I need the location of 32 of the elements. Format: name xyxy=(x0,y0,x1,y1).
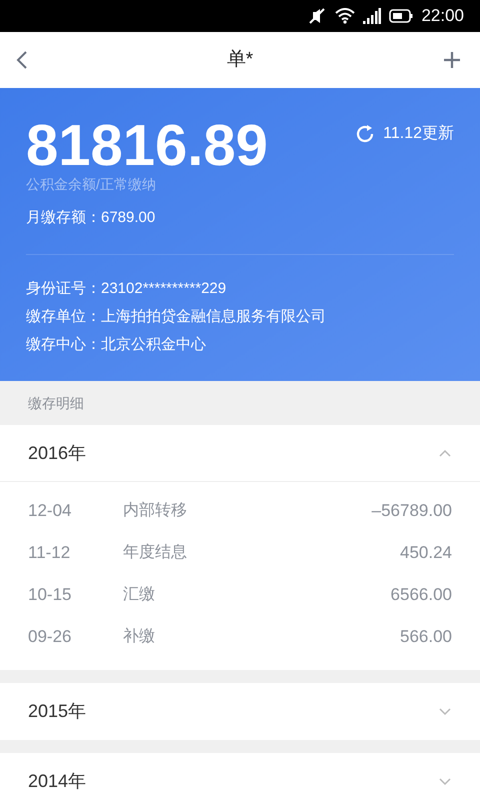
signal-icon xyxy=(363,8,382,24)
section-title: 缴存明细 xyxy=(28,394,84,412)
mute-icon xyxy=(307,8,328,24)
record-amount: 566.00 xyxy=(400,626,452,648)
wifi-icon xyxy=(335,8,356,24)
back-icon xyxy=(16,50,28,70)
plus-icon xyxy=(443,51,461,69)
record-date: 10-15 xyxy=(28,584,72,606)
refresh-button[interactable]: 11.12更新 xyxy=(355,122,454,146)
record-amount: –56789.00 xyxy=(372,500,452,522)
record-amount: 450.24 xyxy=(400,542,452,564)
info-line: 缴存单位：上海拍拍贷金融信息服务有限公司 xyxy=(26,306,327,326)
monthly-deposit: 月缴存额：6789.00 xyxy=(26,208,156,228)
record-type: 汇缴 xyxy=(123,585,156,605)
record-date: 09-26 xyxy=(28,626,72,648)
record-amount: 6566.00 xyxy=(390,584,452,606)
record-date: 11-12 xyxy=(28,542,72,564)
year-header[interactable]: 2015年 xyxy=(0,683,480,740)
refresh-icon xyxy=(355,124,376,144)
info-line: 身份证号：23102**********229 xyxy=(26,278,228,298)
page-title: 单* xyxy=(226,48,254,72)
battery-icon xyxy=(389,9,414,23)
record-type: 年度结息 xyxy=(123,542,188,563)
record-type: 内部转移 xyxy=(123,500,188,521)
record-type: 补缴 xyxy=(123,626,156,647)
info-line: 缴存中心：北京公积金中心 xyxy=(26,334,207,354)
status-time: 22:00 xyxy=(421,5,464,28)
balance-label: 公积金余额/正常缴纳 xyxy=(26,175,157,194)
year-header[interactable]: 2016年 xyxy=(0,425,480,482)
record-date: 12-04 xyxy=(28,500,72,522)
year-header[interactable]: 2014年 xyxy=(0,753,480,800)
balance-amount: 81816.89 xyxy=(26,114,268,178)
